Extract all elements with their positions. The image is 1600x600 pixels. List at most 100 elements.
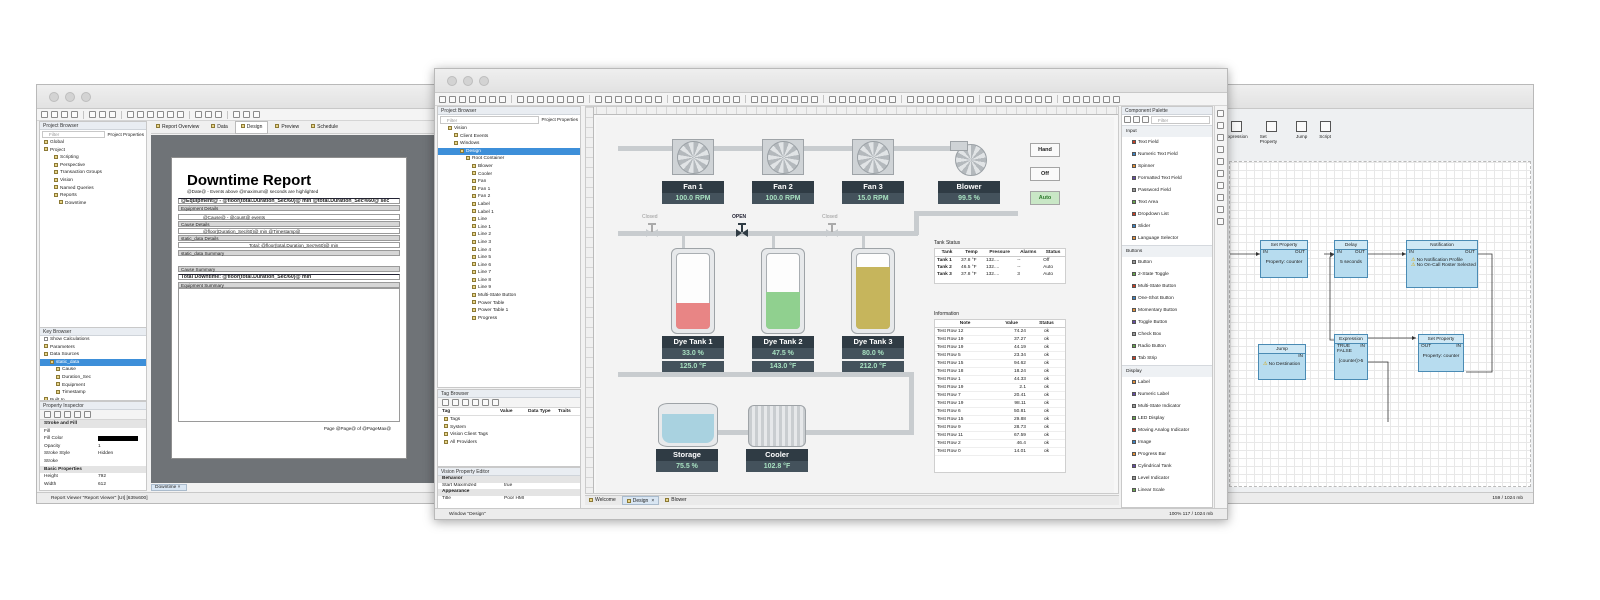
project-tree-item[interactable]: Design [438, 147, 580, 156]
table-row[interactable]: Test Row 19 37.27 ok [935, 336, 1065, 344]
report-tab-design[interactable]: Design [234, 120, 269, 134]
pipeline-tool-script[interactable]: Script [1319, 121, 1331, 151]
off-button[interactable]: Off [1030, 167, 1060, 181]
property-value[interactable]: 792 [98, 473, 146, 481]
property-row[interactable]: Stroke and Fill [40, 420, 146, 428]
designer-tool-icon[interactable] [1035, 95, 1042, 103]
palette-item[interactable]: Password Field [1122, 185, 1212, 197]
designer-tool-icon[interactable] [517, 95, 524, 103]
palette-item[interactable]: Language Selector [1122, 233, 1212, 245]
port-in[interactable]: IN [1337, 250, 1342, 255]
table-row[interactable]: Test Row 11 67.59 ok [935, 432, 1065, 440]
report-section-row[interactable]: @Equipment@ - @floor(total.Duration_Sec/… [178, 198, 400, 204]
designer-tool-icon[interactable] [1005, 95, 1012, 103]
table-row[interactable]: Test Row 0 14.01 ok [935, 448, 1065, 456]
port-in[interactable]: IN [1456, 344, 1461, 349]
designer-tool-icon[interactable] [645, 95, 652, 103]
table-row[interactable]: Tank 3 37.8 °F 132.... 3 Auto [935, 271, 1065, 278]
palette-item[interactable]: Button [1122, 257, 1212, 269]
tree-view-icon[interactable] [1133, 116, 1140, 123]
report-doc-tab[interactable]: Downtime × [151, 484, 187, 491]
designer-tool-icon[interactable] [693, 95, 700, 103]
key-tree-item[interactable]: Parameters [40, 344, 146, 352]
line-tool-icon[interactable] [1217, 182, 1224, 189]
palette-item[interactable]: 2-State Toggle [1122, 269, 1212, 281]
project-tree-item[interactable]: Fan [438, 178, 580, 186]
project-tree-item[interactable]: Downtime [42, 200, 146, 208]
jump-node[interactable]: Jump IN ⚠ No Destination [1258, 344, 1306, 380]
palette-item[interactable]: Multi-State Button [1122, 281, 1212, 293]
align-left-icon[interactable] [157, 111, 164, 118]
zoom-in-icon[interactable] [243, 111, 250, 118]
project-tree-item[interactable]: Windows [438, 140, 580, 148]
designer-tool-icon[interactable] [595, 95, 602, 103]
palette-item[interactable]: Linear Scale [1122, 485, 1212, 497]
pipeline-tool-set-property[interactable]: Set Property [1260, 121, 1284, 151]
polygon-tool-icon[interactable] [1217, 146, 1224, 153]
close-window-button[interactable] [447, 76, 457, 86]
collapse-icon[interactable] [74, 411, 81, 418]
refresh-icon[interactable] [452, 399, 459, 406]
designer-tool-icon[interactable] [967, 95, 974, 103]
vision-property-value[interactable]: Poor HMI [504, 496, 524, 503]
report-tab-schedule[interactable]: Schedule [306, 122, 343, 133]
project-tree-item[interactable]: Line 7 [438, 269, 580, 277]
palette-item[interactable]: Toggle Button [1122, 317, 1212, 329]
project-tree-item[interactable]: Line 2 [438, 231, 580, 239]
fan-icon[interactable] [762, 139, 804, 175]
palette-category[interactable]: Display [1122, 365, 1212, 377]
designer-tool-icon[interactable] [557, 95, 564, 103]
palette-filter-input[interactable]: Filter [1151, 116, 1210, 124]
percent-format-icon[interactable] [205, 111, 212, 118]
project-tree-item[interactable]: Perspective [42, 162, 146, 170]
tank-status-column-header[interactable]: Alarms [1015, 249, 1042, 257]
key-tree-item[interactable]: Timestamp [40, 389, 146, 397]
designer-tool-icon[interactable] [499, 95, 506, 103]
project-tree-item[interactable]: Line 1 [438, 224, 580, 232]
project-properties-link[interactable]: Project Properties [541, 116, 578, 124]
key-tree-item[interactable]: static_data [40, 358, 146, 367]
palette-item[interactable]: Numeric Text Field [1122, 149, 1212, 161]
dye-tank[interactable] [851, 248, 895, 334]
project-tree-item[interactable]: Label 1 [438, 209, 580, 217]
cut-icon[interactable] [89, 111, 96, 118]
report-section-row[interactable]: Cause Details [178, 221, 400, 227]
designer-tool-icon[interactable] [1015, 95, 1022, 103]
eyedropper-tool-icon[interactable] [1217, 218, 1224, 225]
designer-tool-icon[interactable] [937, 95, 944, 103]
palette-item[interactable]: Spinner [1122, 161, 1212, 173]
designer-tool-icon[interactable] [889, 95, 896, 103]
designer-tool-icon[interactable] [489, 95, 496, 103]
ellipse-tool-icon[interactable] [1217, 134, 1224, 141]
report-section-row[interactable]: Cause Summary [178, 266, 400, 272]
property-row[interactable]: Width 612 [40, 481, 146, 489]
paste-icon[interactable] [109, 111, 116, 118]
palette-item[interactable]: Formatted Text Field [1122, 173, 1212, 185]
designer-tool-icon[interactable] [985, 95, 992, 103]
project-tree-item[interactable]: Progress [438, 315, 580, 323]
property-row[interactable]: Opacity 1 [40, 443, 146, 451]
designer-tool-icon[interactable] [917, 95, 924, 103]
delay-node[interactable]: Delay IN OUT 5 seconds [1334, 240, 1368, 278]
palette-item[interactable]: Tab Strip [1122, 353, 1212, 365]
designer-tool-icon[interactable] [1045, 95, 1052, 103]
project-tree-item[interactable]: Project [42, 147, 146, 155]
table-row[interactable]: Test Row 5 23.34 ok [935, 352, 1065, 360]
pipeline-tool-expression[interactable]: Expression [1225, 121, 1248, 151]
table-row[interactable]: Test Row 18 18.24 ok [935, 368, 1065, 376]
report-section-row[interactable]: @Cause@ - @count@ events [178, 214, 400, 220]
port-out[interactable]: OUT [1465, 250, 1475, 255]
property-row[interactable]: Height 792 [40, 473, 146, 481]
list-view-icon[interactable] [1124, 116, 1131, 123]
designer-tool-icon[interactable] [957, 95, 964, 103]
designer-tool-icon[interactable] [577, 95, 584, 103]
vision-property-value[interactable]: true [504, 483, 512, 490]
pipeline-tool-jump[interactable]: Jump [1296, 121, 1307, 151]
maximize-window-button[interactable] [479, 76, 489, 86]
underline-icon[interactable] [147, 111, 154, 118]
table-row[interactable]: Test Row 6 50.81 ok [935, 408, 1065, 416]
project-tree-item[interactable]: Global [42, 139, 146, 147]
fan-icon[interactable] [852, 139, 894, 175]
save-icon[interactable] [41, 111, 48, 118]
designer-tool-icon[interactable] [927, 95, 934, 103]
